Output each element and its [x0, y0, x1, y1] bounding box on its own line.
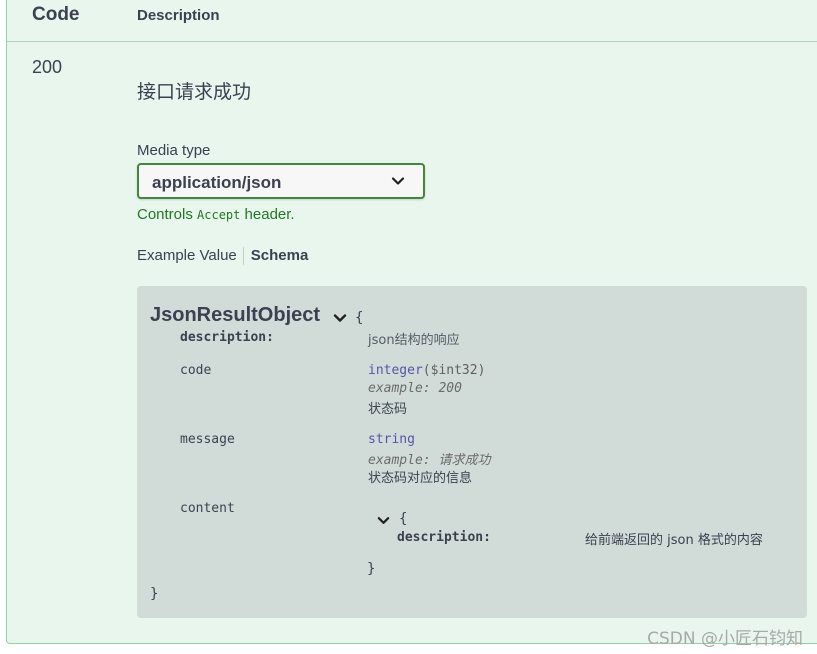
description-value: json结构的响应 — [368, 333, 460, 348]
model-open-brace: { — [355, 310, 364, 326]
csdn-watermark: CSDN @小匠石钧知 — [647, 629, 803, 649]
schema-model-box: JsonResultObject { description: json结构的响… — [137, 286, 807, 618]
content-description-key: description: — [397, 530, 491, 545]
header-divider — [7, 41, 817, 42]
property-type-code: integer($int32) — [368, 363, 485, 378]
response-description: 接口请求成功 — [137, 81, 252, 103]
code-column-header: Code — [32, 4, 80, 25]
type-integer: integer — [368, 363, 423, 378]
property-name-message: message — [180, 432, 235, 447]
media-type-label: Media type — [137, 142, 211, 159]
model-name[interactable]: JsonResultObject — [150, 304, 320, 327]
tab-example-value[interactable]: Example Value — [137, 247, 237, 264]
model-close-brace: } — [150, 586, 159, 602]
response-code: 200 — [32, 57, 63, 77]
controls-accept-note: Controls Accept header. — [137, 206, 295, 223]
chevron-down-icon[interactable] — [333, 311, 347, 325]
chevron-down-icon[interactable] — [377, 514, 390, 527]
controls-suffix: header. — [240, 206, 295, 223]
content-description-value: 给前端返回的 json 格式的内容 — [585, 533, 763, 548]
description-key: description: — [180, 330, 274, 345]
property-type-message: string — [368, 432, 415, 447]
property-name-content: content — [180, 501, 235, 516]
media-type-value: application/json — [152, 173, 282, 192]
property-description-code: 状态码 — [368, 402, 408, 417]
content-open-brace: { — [399, 511, 408, 527]
media-type-select[interactable]: application/json — [137, 163, 425, 199]
description-column-header: Description — [137, 7, 220, 24]
chevron-down-icon — [391, 177, 405, 185]
accept-header-code: Accept — [197, 208, 241, 222]
property-example-code: example: 200 — [368, 381, 462, 396]
type-format: ($int32) — [422, 363, 486, 378]
property-name-code: code — [180, 363, 212, 378]
content-close-brace: } — [367, 561, 376, 577]
property-description-message: 状态码对应的信息 — [368, 471, 473, 486]
controls-prefix: Controls — [137, 206, 198, 223]
property-example-message: example: 请求成功 — [368, 453, 491, 468]
tab-separator — [242, 247, 244, 266]
example-schema-tabs: Example Value Schema — [137, 247, 309, 266]
tab-schema[interactable]: Schema — [251, 247, 309, 264]
